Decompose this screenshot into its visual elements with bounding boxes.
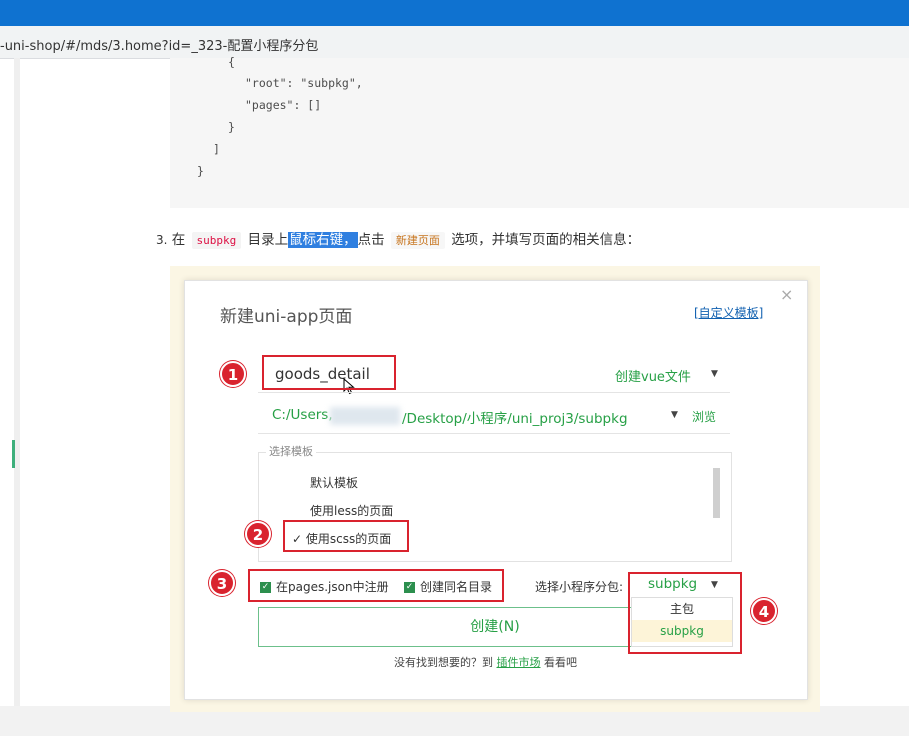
annotation-badge-2: 2 — [245, 521, 271, 547]
template-option-less[interactable]: 使用less的页面 — [310, 502, 393, 519]
sidebar-active-indicator — [12, 440, 15, 468]
annotation-box-4 — [628, 572, 742, 654]
code-line: "root": "subpkg", — [245, 76, 363, 90]
code-line: } — [228, 120, 235, 134]
browser-title-bar — [0, 0, 909, 26]
annotation-badge-4: 4 — [751, 598, 777, 624]
step-text: 在 — [171, 232, 186, 248]
sidebar-edge — [14, 58, 20, 736]
step-text: 点击 — [357, 232, 385, 248]
annotation-box-1 — [262, 355, 396, 390]
code-line: ] — [213, 142, 220, 156]
path-prefix: C:/Users, — [272, 407, 333, 423]
annotation-badge-3: 3 — [209, 570, 235, 596]
step-text: 目录上 — [247, 232, 289, 248]
step-text: 选项，并填写页面的相关信息： — [451, 232, 641, 248]
chevron-down-icon[interactable]: ▼ — [711, 369, 718, 379]
path-suffix: /Desktop/小程序/uni_proj3/subpkg — [402, 411, 628, 427]
annotation-box-2 — [283, 520, 409, 552]
inline-code: subpkg — [191, 232, 242, 249]
browse-button[interactable]: 浏览 — [692, 408, 716, 425]
annotation-box-3 — [248, 569, 504, 602]
template-scrollbar[interactable] — [713, 468, 720, 518]
step-instruction: 3. 在 subpkg 目录上鼠标右键，点击 新建页面 选项，并填写页面的相关信… — [156, 228, 641, 249]
divider — [258, 392, 730, 393]
chevron-down-icon[interactable]: ▼ — [671, 410, 678, 420]
close-icon[interactable]: × — [780, 285, 793, 304]
inline-code: 新建页面 — [390, 232, 445, 249]
path-field[interactable]: C:/Users, — [272, 407, 333, 423]
dialog-footer: 没有找到想要的？到 插件市场 看看吧 — [394, 654, 577, 670]
custom-template-link[interactable]: [自定义模板] — [694, 304, 763, 321]
plugin-market-link[interactable]: 插件市场 — [497, 656, 541, 669]
code-line: "pages": [] — [245, 98, 322, 112]
divider — [258, 433, 730, 434]
footer-tail: 看看吧 — [544, 656, 577, 669]
code-line: { — [228, 55, 235, 69]
code-line: } — [197, 164, 204, 178]
create-vue-file-select[interactable]: 创建vue文件 — [615, 366, 691, 385]
template-legend: 选择模板 — [266, 443, 316, 459]
subpackage-label: 选择小程序分包: — [535, 580, 624, 594]
blurred-username — [330, 407, 400, 425]
selected-text: 鼠标右键， — [288, 232, 358, 248]
template-option-default[interactable]: 默认模板 — [310, 474, 358, 491]
footer-text: 没有找到想要的？到 — [394, 656, 493, 669]
annotation-badge-1: 1 — [220, 361, 246, 387]
address-bar-url[interactable]: -uni-shop/#/mds/3.home?id=_323-配置小程序分包 — [0, 35, 318, 54]
dialog-title: 新建uni-app页面 — [220, 307, 353, 327]
step-number: 3. — [156, 233, 168, 247]
